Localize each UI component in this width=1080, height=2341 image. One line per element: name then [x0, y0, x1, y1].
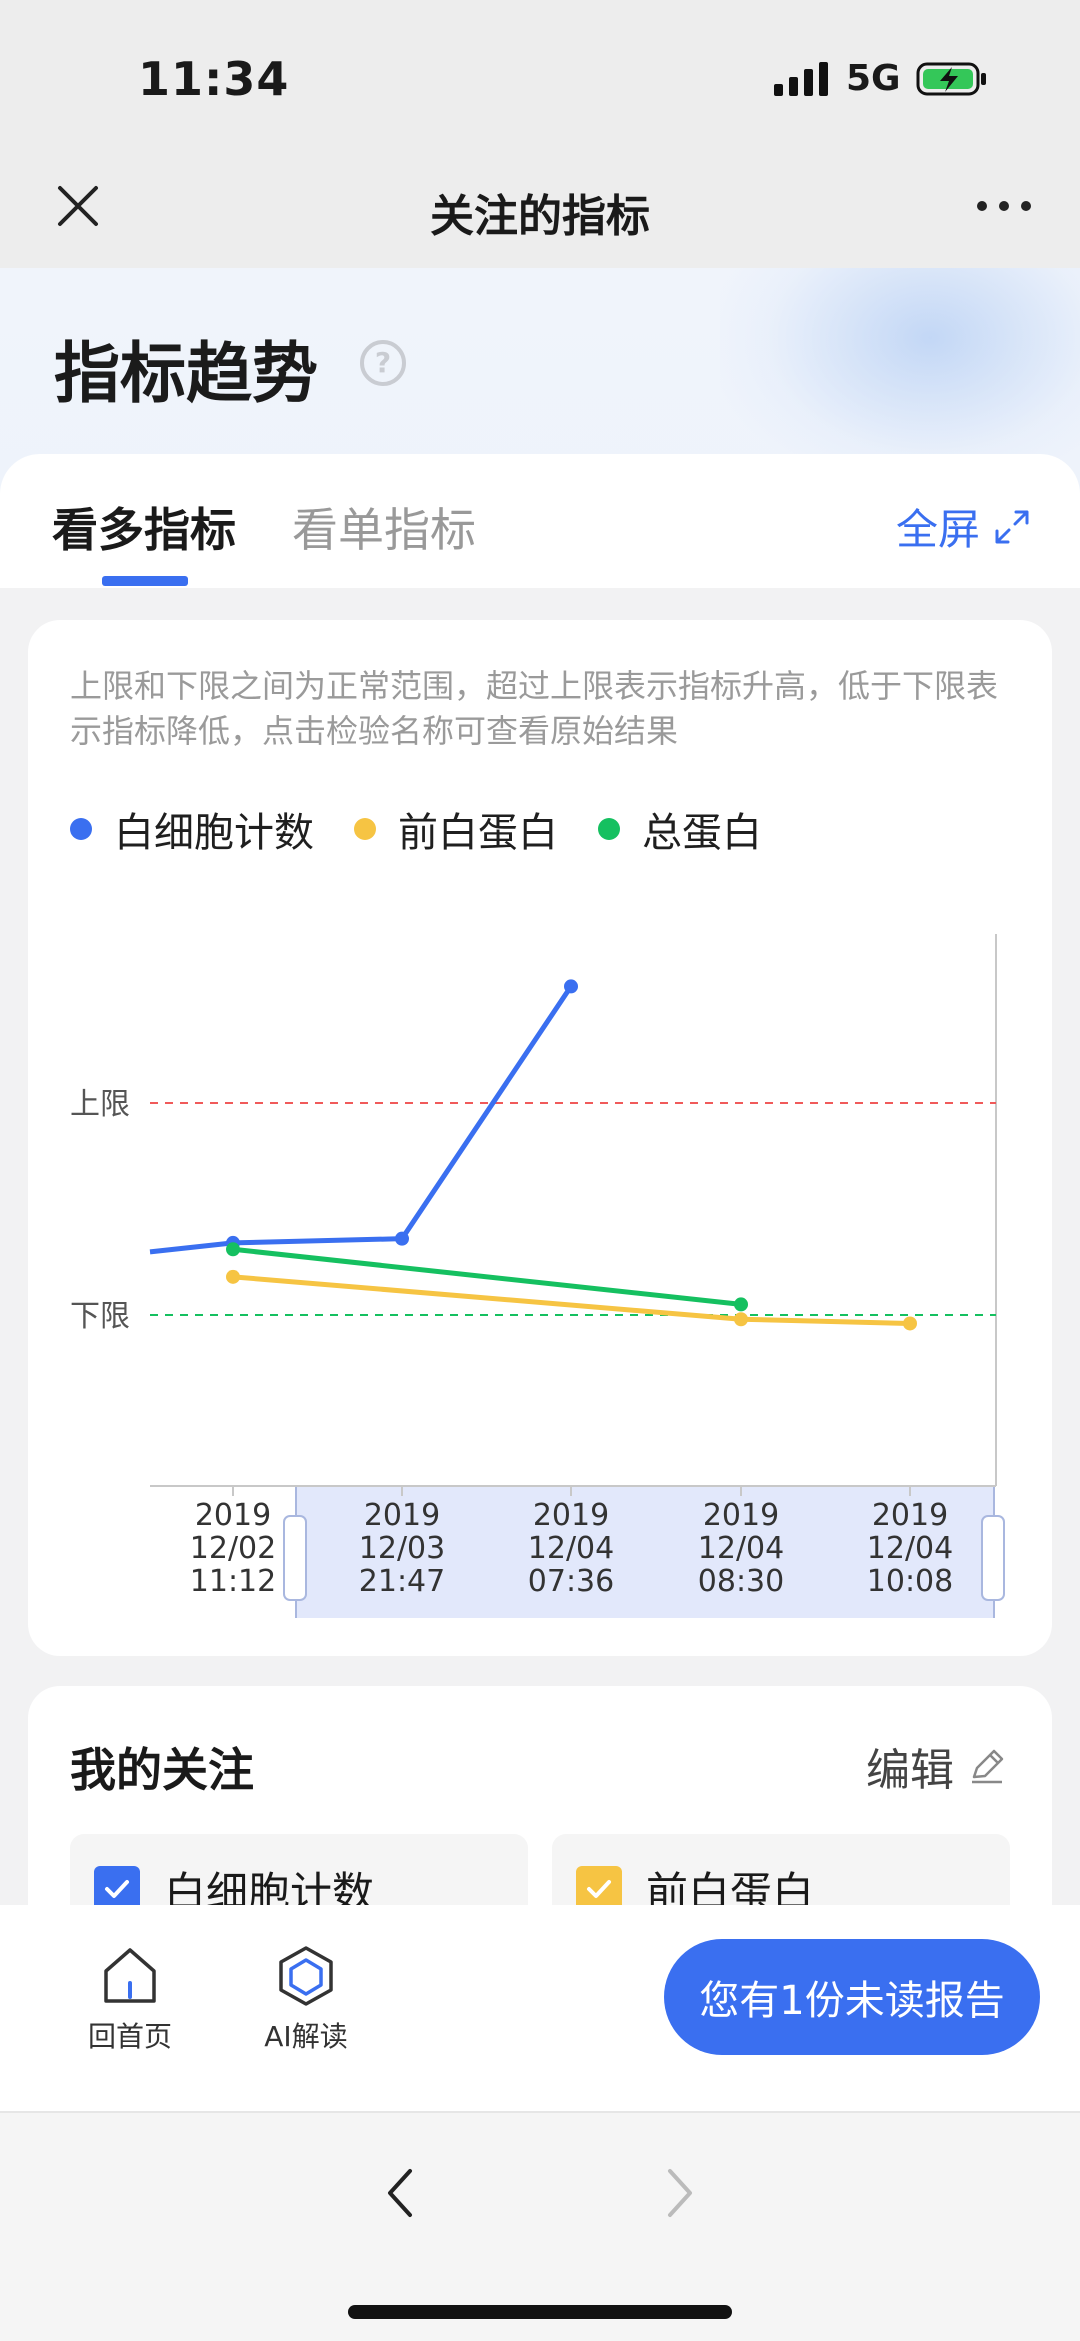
series-point[interactable]	[903, 1316, 917, 1331]
x-tick-label: 12/02	[190, 1531, 276, 1566]
x-tick-label: 10:08	[867, 1564, 953, 1599]
tab-multi-indicator[interactable]: 看多指标	[52, 494, 236, 560]
status-time: 11:34	[138, 52, 290, 106]
range-handle-right[interactable]	[981, 1515, 1005, 1601]
series-point[interactable]	[734, 1297, 748, 1312]
x-tick-label: 11:12	[190, 1564, 276, 1599]
range-handle-left[interactable]	[283, 1515, 307, 1601]
forward-arrow-icon[interactable]	[648, 2153, 708, 2233]
x-tick-label: 12/03	[359, 1531, 445, 1566]
trend-line-chart[interactable]: 上限 下限 201912/0211:12201912/0321:47201912…	[28, 620, 1052, 1656]
x-tick-label: 2019	[364, 1498, 440, 1533]
ai-label: AI解读	[264, 2020, 348, 2053]
bottom-action-bar: 回首页 AI解读 您有1份未读报告	[0, 1905, 1080, 2113]
x-tick-label: 2019	[195, 1498, 271, 1533]
x-tick-label: 21:47	[359, 1564, 445, 1599]
fullscreen-button[interactable]: 全屏	[896, 496, 1030, 557]
edit-label: 编辑	[866, 1745, 954, 1796]
series-point[interactable]	[226, 1242, 240, 1257]
more-dots-icon[interactable]	[974, 186, 1034, 226]
series-point[interactable]	[734, 1312, 748, 1327]
x-tick-label: 2019	[872, 1498, 948, 1533]
active-tab-indicator	[102, 576, 188, 586]
battery-charging-icon	[916, 62, 986, 96]
home-icon	[104, 1948, 156, 2003]
fullscreen-label: 全屏	[895, 505, 980, 554]
x-tick-label: 12/04	[528, 1531, 614, 1566]
ai-interpret-button[interactable]: AI解读	[236, 1945, 376, 2055]
expand-icon	[995, 510, 1029, 543]
edit-button[interactable]: 编辑	[866, 1734, 1006, 1798]
x-tick-label: 2019	[703, 1498, 779, 1533]
browser-nav-bar	[0, 2113, 1080, 2341]
ai-hexagon-icon	[279, 1946, 333, 2006]
tab-single-indicator[interactable]: 看单指标	[292, 494, 476, 560]
x-tick-label: 07:36	[528, 1564, 614, 1599]
top-bar: 11:34 5G 关注的指标	[0, 0, 1080, 268]
series-point[interactable]	[395, 1231, 409, 1246]
back-arrow-icon[interactable]	[372, 2153, 432, 2233]
upper-limit-label: 上限	[70, 1087, 130, 1122]
pencil-icon	[972, 1749, 1004, 1784]
page-title: 关注的指标	[430, 191, 650, 242]
follow-title: 我的关注	[70, 1743, 254, 1797]
series-point[interactable]	[564, 979, 578, 994]
series-line	[149, 985, 574, 1255]
trend-chart-card: 上限和下限之间为正常范围，超过上限表示指标升高，低于下限表示指标降低，点击检验名…	[28, 620, 1052, 1656]
section-title: 指标趋势	[54, 335, 318, 412]
home-indicator	[348, 2305, 732, 2319]
tab-bar: 看多指标 看单指标 全屏	[0, 454, 1080, 588]
x-tick-label: 12/04	[698, 1531, 784, 1566]
network-type: 5G	[846, 58, 901, 99]
series-point[interactable]	[226, 1269, 240, 1284]
home-button[interactable]: 回首页	[60, 1945, 200, 2055]
help-icon[interactable]: ?	[360, 340, 406, 386]
x-tick-label: 12/04	[867, 1531, 953, 1566]
home-label: 回首页	[87, 2020, 172, 2053]
signal-icon	[774, 62, 828, 96]
x-tick-label: 2019	[533, 1498, 609, 1533]
x-tick-label: 08:30	[698, 1564, 784, 1599]
chart-series	[149, 979, 917, 1331]
lower-limit-label: 下限	[70, 1299, 130, 1334]
unread-report-button[interactable]: 您有1份未读报告	[664, 1939, 1040, 2055]
